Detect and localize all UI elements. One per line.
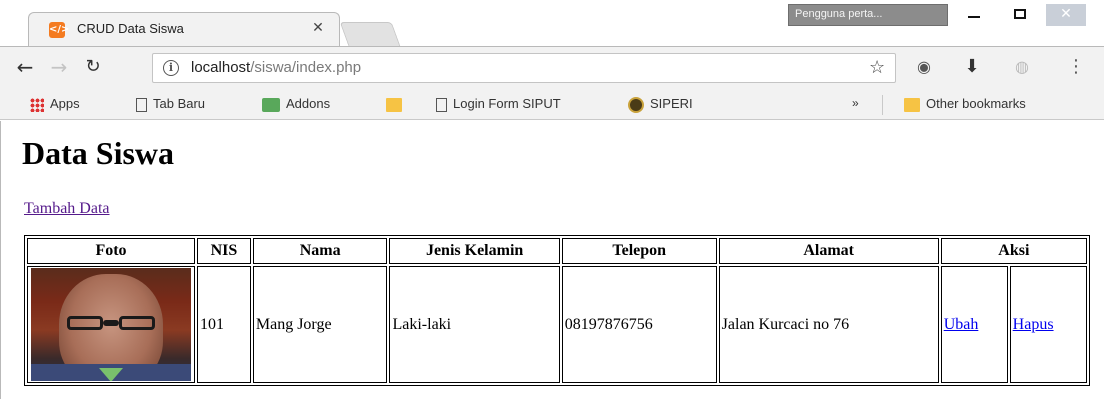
browser-toolbar: ← → ↻ i localhost/siswa/index.php ☆ ◉ ⬇ … [0,46,1104,88]
bookmarks-overflow-button[interactable]: » [852,96,859,110]
menu-kebab-icon[interactable]: ⋮ [1066,57,1086,77]
url-path: /siswa/index.php [250,59,362,76]
puzzle-icon [262,97,280,112]
cell-jenis-kelamin: Laki-laki [389,266,560,383]
folder-icon [904,97,920,112]
bookmark-siperi[interactable]: SIPERI [628,96,693,113]
close-window-button[interactable]: ✕ [1046,4,1086,26]
other-bookmarks[interactable]: Other bookmarks [904,96,1026,112]
page-content: Data Siswa Tambah Data Foto NIS Nama Jen… [0,121,1104,399]
new-tab-button[interactable] [339,22,401,46]
reload-icon[interactable]: ↻ [82,57,104,79]
back-arrow-icon[interactable]: ← [14,57,36,79]
folder-icon [386,97,402,112]
page-title: Data Siswa [22,135,175,171]
extension-icon[interactable]: ◉ [914,57,934,77]
document-icon [136,97,147,112]
site-info-icon[interactable]: i [163,60,179,76]
browser-titlebar: </> CRUD Data Siswa ✕ Pengguna perta... … [0,0,1104,46]
table-row: 101 Mang Jorge Laki-laki 08197876756 Jal… [27,266,1087,383]
browser-tab-active[interactable]: </> CRUD Data Siswa ✕ [28,12,340,46]
tab-close-icon[interactable]: ✕ [309,19,327,37]
tab-title: CRUD Data Siswa [77,21,184,36]
cell-ubah: Ubah [940,266,1008,383]
minimize-button[interactable] [954,4,994,26]
students-table: Foto NIS Nama Jenis Kelamin Telepon Alam… [24,235,1090,386]
bookmark-label: Tab Baru [153,96,206,111]
apps-grid-icon [30,97,44,112]
table-header-row: Foto NIS Nama Jenis Kelamin Telepon Alam… [27,238,1087,264]
bookmarks-bar: Apps Tab Baru Addons Login Form SIPUT SI… [0,88,1104,120]
address-bar[interactable]: i localhost/siswa/index.php ☆ [152,53,896,83]
globe-extension-icon[interactable]: ◍ [1012,57,1032,77]
header-foto: Foto [27,238,195,264]
delete-link[interactable]: Hapus [1013,316,1054,333]
bookmark-star-icon[interactable]: ☆ [869,57,885,78]
header-alamat: Alamat [718,238,939,264]
cell-nis: 101 [197,266,251,383]
header-nis: NIS [197,238,251,264]
student-photo [31,268,191,381]
edit-link[interactable]: Ubah [944,316,979,333]
coin-icon [628,96,644,113]
cell-nama: Mang Jorge [252,266,388,383]
bookmark-tab-baru[interactable]: Tab Baru [136,96,205,112]
bookmark-label: Addons [286,96,331,111]
tab-favicon-icon: </> [49,22,69,38]
cell-hapus: Hapus [1009,266,1087,383]
page-left-border [0,121,1,399]
cell-foto [27,266,195,383]
other-bookmarks-label: Other bookmarks [926,96,1026,111]
document-icon [436,97,447,112]
maximize-button[interactable] [1000,4,1040,26]
bookmarks-separator [882,95,883,115]
bookmark-addons[interactable]: Addons [262,96,330,112]
header-jenis-kelamin: Jenis Kelamin [389,238,560,264]
bookmark-label: Apps [50,96,80,111]
cell-alamat: Jalan Kurcaci no 76 [718,266,939,383]
bookmark-apps[interactable]: Apps [30,96,80,112]
bookmark-label: Login Form SIPUT [453,96,561,111]
header-nama: Nama [252,238,388,264]
maximize-icon [1014,9,1026,19]
add-data-link[interactable]: Tambah Data [24,200,110,218]
profile-button[interactable]: Pengguna perta... [788,4,948,26]
header-telepon: Telepon [561,238,717,264]
download-icon[interactable]: ⬇ [962,57,982,77]
bookmark-folder[interactable] [386,96,408,112]
cell-telepon: 08197876756 [561,266,717,383]
bookmark-label: SIPERI [650,96,693,111]
bookmark-login-form-siput[interactable]: Login Form SIPUT [436,96,561,112]
header-aksi: Aksi [940,238,1087,264]
url-text[interactable]: localhost/siswa/index.php [191,59,361,76]
url-host: localhost [191,59,251,76]
forward-arrow-icon[interactable]: → [48,57,70,79]
minimize-icon [968,16,980,18]
photo-glasses [67,316,157,330]
